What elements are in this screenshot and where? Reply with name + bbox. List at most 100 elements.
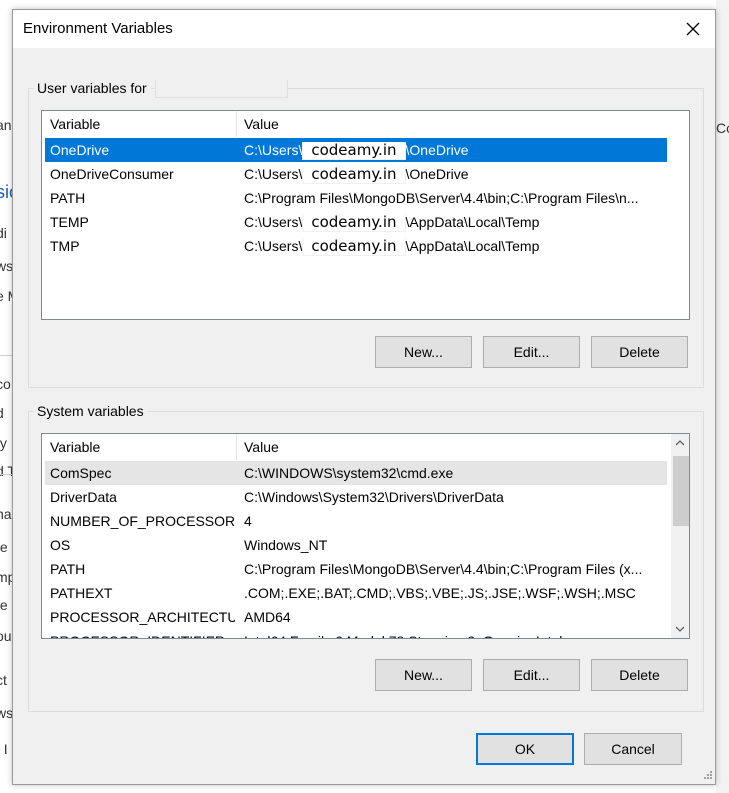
- table-row[interactable]: OneDriveConsumer C:\Users\ codeamy.in \OneD…: [45, 162, 667, 186]
- background-text-fragment: ou: [0, 628, 12, 644]
- variable-value: .COM;.EXE;.BAT;.CMD;.VBS;.VBE;.JS;.JSE;.…: [244, 585, 636, 601]
- background-text-fragment: ct: [0, 672, 7, 688]
- redacted-username: codeamy.in: [302, 214, 406, 232]
- scroll-thumb[interactable]: [673, 456, 689, 526]
- dialog-title: Environment Variables: [23, 20, 173, 37]
- variable-name: PATHEXT: [50, 585, 113, 601]
- user-variables-label: User variables for: [33, 80, 151, 96]
- table-row[interactable]: PROCESSOR_ARCHITECTU... AMD64: [45, 605, 667, 629]
- value-prefix: C:\Program Files\MongoDB\Server\4.4\bin;…: [244, 190, 639, 206]
- title-bar[interactable]: Environment Variables: [13, 10, 715, 48]
- background-text-fragment: te: [0, 597, 8, 613]
- environment-variables-dialog: Environment Variables User variables for…: [12, 9, 716, 785]
- system-new-button[interactable]: New...: [375, 659, 472, 691]
- value-prefix: C:\Users\: [244, 238, 303, 254]
- variable-name: TMP: [50, 238, 80, 254]
- background-text-fragment: na: [0, 506, 12, 522]
- background-text-fragment: an: [0, 117, 12, 133]
- variable-value: C:\Users\ codeamy.in \OneDrive: [244, 166, 664, 184]
- variable-value: Windows_NT: [244, 537, 328, 553]
- table-row[interactable]: ComSpec C:\WINDOWS\system32\cmd.exe: [45, 461, 667, 485]
- redacted-username: codeamy.in: [302, 238, 406, 256]
- background-divider: [0, 474, 12, 475]
- column-variable-header[interactable]: Variable: [50, 116, 100, 132]
- table-row[interactable]: TMP C:\Users\ codeamy.in \AppData\Local\Tem…: [45, 234, 667, 258]
- variable-name: DriverData: [50, 489, 117, 505]
- background-text-fragment: co: [0, 376, 11, 392]
- chevron-up-icon: [675, 440, 685, 446]
- system-variables-list[interactable]: Variable Value ComSpec C:\WINDOWS\system3…: [41, 433, 690, 639]
- value-suffix: \OneDrive: [405, 142, 469, 158]
- chevron-down-icon: [675, 626, 685, 632]
- table-row[interactable]: PATHEXT .COM;.EXE;.BAT;.CMD;.VBS;.VBE;.JS…: [45, 581, 667, 605]
- variable-value: AMD64: [244, 609, 291, 625]
- background-right-text: Co: [716, 120, 729, 136]
- scroll-up-button[interactable]: [671, 434, 689, 452]
- user-variables-list[interactable]: Variable Value OneDrive C:\Users\ codeamy.…: [41, 110, 690, 320]
- value-prefix: C:\Users\: [244, 166, 303, 182]
- variable-name: PATH: [50, 561, 86, 577]
- cancel-button[interactable]: Cancel: [584, 733, 682, 765]
- close-icon: [686, 22, 700, 36]
- table-row[interactable]: OneDrive C:\Users\ codeamy.in \OneDrive: [45, 138, 667, 162]
- table-row[interactable]: NUMBER_OF_PROCESSORS 4: [45, 509, 667, 533]
- variable-name: ComSpec: [50, 465, 112, 481]
- table-row[interactable]: TEMP C:\Users\ codeamy.in \AppData\Local\Te…: [45, 210, 667, 234]
- variable-value: C:\Program Files\MongoDB\Server\4.4\bin;…: [244, 190, 664, 206]
- variable-name: OneDriveConsumer: [50, 166, 174, 182]
- list-header: Variable Value: [42, 111, 689, 137]
- user-edit-button[interactable]: Edit...: [483, 336, 580, 368]
- background-text-fragment: di: [0, 225, 7, 241]
- value-suffix: \OneDrive: [405, 166, 469, 182]
- value-prefix: C:\Users\: [244, 214, 303, 230]
- system-variables-label: System variables: [33, 403, 148, 419]
- scroll-down-button[interactable]: [671, 620, 689, 638]
- close-button[interactable]: [671, 10, 715, 48]
- value-suffix: \AppData\Local\Temp: [405, 238, 540, 254]
- background-text-fragment: ty: [0, 435, 7, 451]
- redacted-username: codeamy.in: [302, 166, 406, 184]
- column-separator[interactable]: [236, 434, 237, 460]
- variable-name: TEMP: [50, 214, 89, 230]
- system-delete-button[interactable]: Delete: [591, 659, 688, 691]
- variable-name: OneDrive: [50, 142, 110, 158]
- variable-name: PATH: [50, 190, 86, 206]
- variable-value: C:\Users\ codeamy.in \AppData\Local\Temp: [244, 238, 664, 256]
- column-variable-header[interactable]: Variable: [50, 439, 100, 455]
- variable-value: Intel64 Family 6 Model 78 Stepping 3, Ge…: [244, 633, 664, 638]
- variable-name: NUMBER_OF_PROCESSORS: [50, 513, 235, 529]
- variable-value: C:\Users\ codeamy.in \AppData\Local\Temp: [244, 214, 664, 232]
- background-text-fragment: te: [0, 539, 8, 555]
- variable-value: 4: [244, 513, 252, 529]
- background-text-fragment: d: [0, 405, 4, 421]
- value-prefix: C:\Users\: [244, 142, 303, 158]
- system-edit-button[interactable]: Edit...: [483, 659, 580, 691]
- variable-name: PROCESSOR_IDENTIFIER: [50, 633, 235, 638]
- redacted-username: codeamy.in: [302, 142, 406, 160]
- table-row[interactable]: PROCESSOR_IDENTIFIER Intel64 Family 6 Mod…: [45, 629, 667, 638]
- username-field: [155, 80, 288, 98]
- background-divider: [0, 355, 12, 356]
- table-row[interactable]: OS Windows_NT: [45, 533, 667, 557]
- variable-value: C:\WINDOWS\system32\cmd.exe: [244, 465, 454, 481]
- background-window-right: [716, 0, 729, 793]
- table-row[interactable]: PATH C:\Program Files\MongoDB\Server\4.4\…: [45, 186, 667, 210]
- column-value-header[interactable]: Value: [244, 439, 279, 455]
- user-delete-button[interactable]: Delete: [591, 336, 688, 368]
- resize-grip-icon[interactable]: [701, 770, 713, 782]
- list-header: Variable Value: [42, 434, 667, 460]
- variable-name: PROCESSOR_ARCHITECTU...: [50, 609, 235, 625]
- system-list-scrollbar[interactable]: [671, 434, 689, 638]
- variable-value: C:\Program Files\MongoDB\Server\4.4\bin;…: [244, 561, 643, 577]
- value-suffix: \AppData\Local\Temp: [405, 214, 540, 230]
- variable-value: C:\Users\ codeamy.in \OneDrive: [244, 142, 664, 160]
- background-text-fragment: t I: [0, 741, 8, 757]
- table-row[interactable]: PATH C:\Program Files\MongoDB\Server\4.4\…: [45, 557, 667, 581]
- variable-value: C:\Windows\System32\Drivers\DriverData: [244, 489, 504, 505]
- column-value-header[interactable]: Value: [244, 116, 279, 132]
- variable-name: OS: [50, 537, 71, 553]
- column-separator[interactable]: [236, 111, 237, 137]
- ok-button[interactable]: OK: [476, 733, 574, 765]
- table-row[interactable]: DriverData C:\Windows\System32\Drivers\Dr…: [45, 485, 667, 509]
- user-new-button[interactable]: New...: [375, 336, 472, 368]
